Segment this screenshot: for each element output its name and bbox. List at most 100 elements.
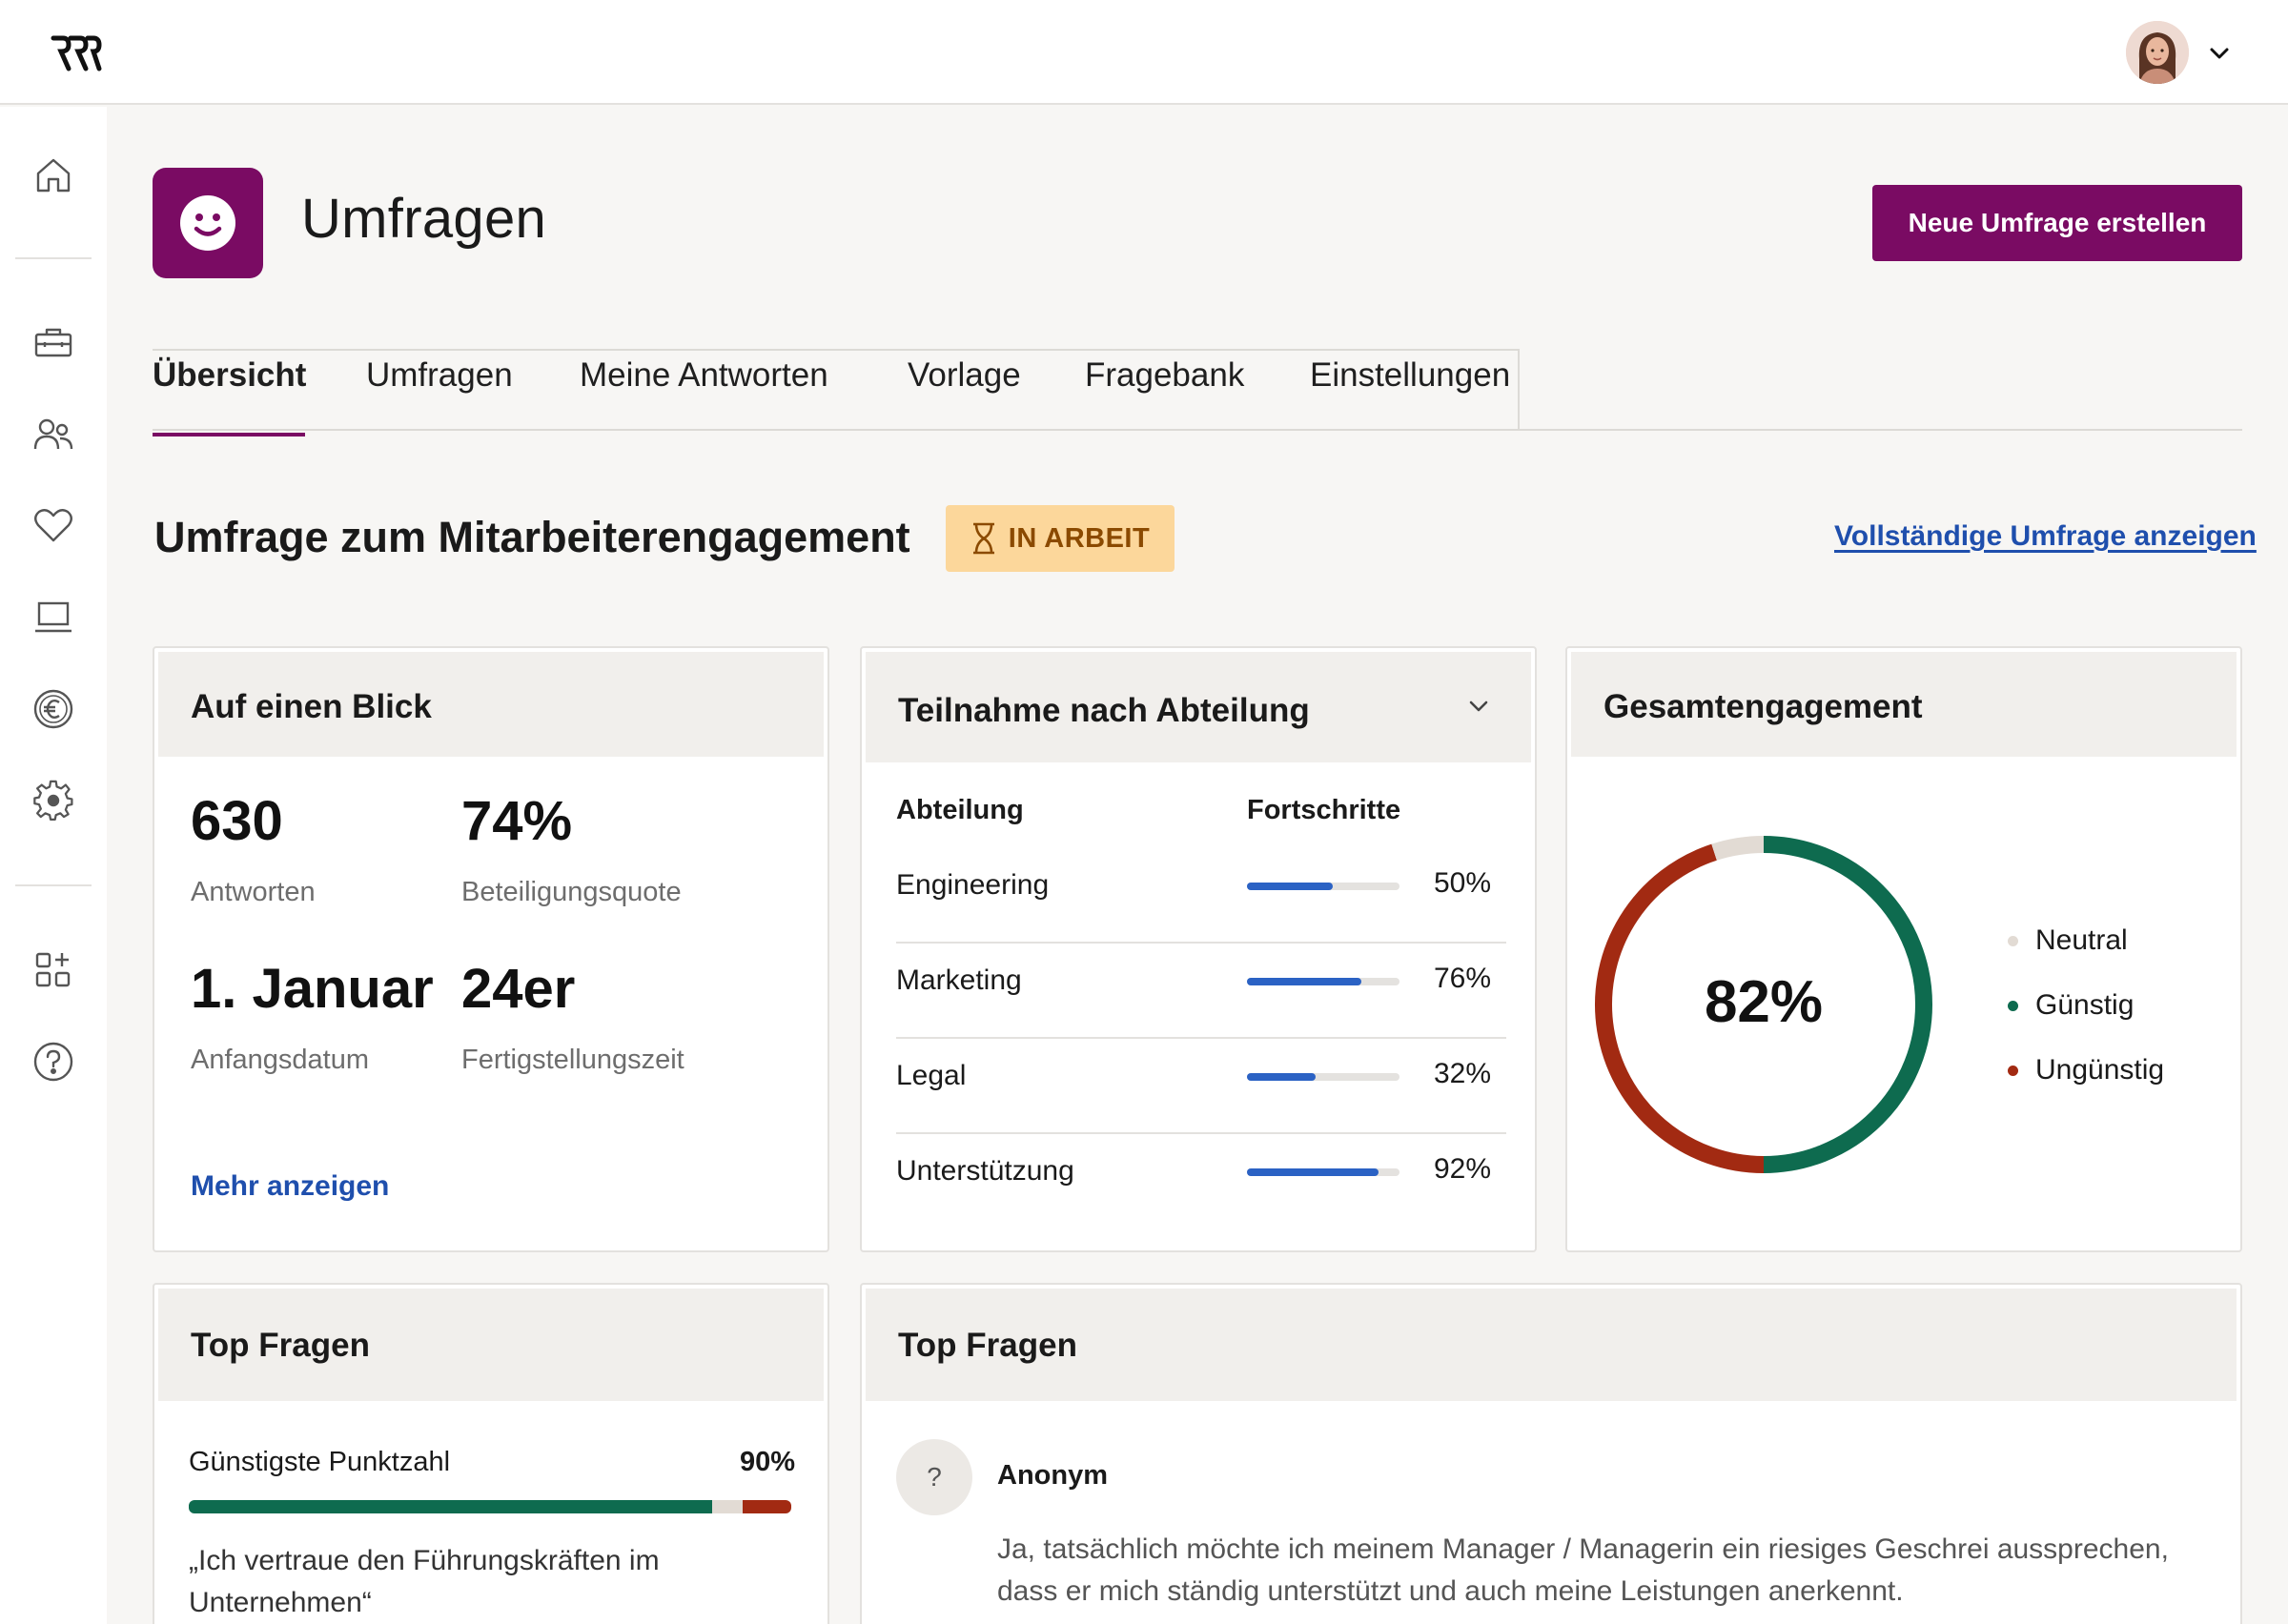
- card-header: Top Fragen: [866, 1289, 2237, 1401]
- legend-label: Ungünstig: [2035, 1054, 2164, 1086]
- department-row: Unterstützung 92%: [896, 1134, 1506, 1229]
- department-name: Legal: [896, 1060, 966, 1092]
- tab-bar: Übersicht Umfragen Meine Antworten Vorla…: [153, 349, 2242, 431]
- engagement-card: Gesamtengagement 82% Neutral Günstig Ung…: [1565, 646, 2242, 1252]
- legend-label: Neutral: [2035, 924, 2128, 957]
- page-title: Umfragen: [301, 187, 546, 251]
- department-row: Legal 32%: [896, 1039, 1506, 1134]
- participation-card: Teilnahme nach Abteilung Abteilung Forts…: [860, 646, 1537, 1252]
- top-comments-card: Top Fragen ? Anonym Ja, tatsächlich möch…: [860, 1283, 2242, 1624]
- column-header-department: Abteilung: [896, 795, 1024, 826]
- card-header: Gesamtengagement: [1571, 652, 2237, 757]
- start-date-label: Anfangsdatum: [191, 1045, 369, 1076]
- progress-track: [1247, 1073, 1399, 1081]
- card-title: Top Fragen: [898, 1327, 1077, 1365]
- department-name: Marketing: [896, 964, 1022, 997]
- legend-dot: [2008, 1001, 2018, 1011]
- briefcase-icon[interactable]: [29, 318, 78, 368]
- legend-dot: [2008, 936, 2018, 946]
- card-title: Top Fragen: [191, 1327, 370, 1365]
- department-percent: 50%: [1434, 867, 1491, 900]
- top-questions-card: Top Fragen Günstigste Punktzahl 90% „Ich…: [153, 1283, 829, 1624]
- tab-active-indicator: [153, 433, 305, 436]
- score-bar: [189, 1500, 791, 1513]
- donut-segment-neutral: [1714, 844, 1764, 852]
- engagement-value: 82%: [1592, 968, 1935, 1036]
- progress-track: [1247, 883, 1399, 890]
- card-header: Teilnahme nach Abteilung: [866, 652, 1531, 762]
- help-icon[interactable]: [29, 1037, 78, 1086]
- department-row: Engineering 50%: [896, 848, 1506, 944]
- progress-fill: [1247, 1073, 1316, 1081]
- sidebar-divider: [15, 257, 92, 259]
- tab-question-bank[interactable]: Fragebank: [1085, 356, 1244, 429]
- card-header: Top Fragen: [158, 1289, 824, 1401]
- chevron-down-icon[interactable]: [2204, 38, 2235, 69]
- heart-icon[interactable]: [29, 501, 78, 551]
- department-percent: 76%: [1434, 963, 1491, 995]
- department-row: Marketing 76%: [896, 944, 1506, 1039]
- chevron-down-icon[interactable]: [1464, 692, 1493, 725]
- participation-rate-label: Beteiligungsquote: [461, 877, 682, 908]
- smiley-icon: [178, 193, 237, 253]
- card-header: Auf einen Blick: [158, 652, 824, 757]
- top-bar: [0, 0, 2288, 105]
- tab-my-answers[interactable]: Meine Antworten: [580, 356, 828, 429]
- glance-card: Auf einen Blick 630 Antworten 74% Beteil…: [153, 646, 829, 1252]
- participation-rate-value: 74%: [461, 789, 572, 853]
- status-label: IN ARBEIT: [1009, 523, 1150, 555]
- progress-fill: [1247, 978, 1361, 985]
- view-full-survey-link[interactable]: Vollständige Umfrage anzeigen: [1834, 520, 2257, 553]
- responses-value: 630: [191, 789, 283, 853]
- start-date-value: 1. Januar: [191, 957, 434, 1021]
- tab-overview[interactable]: Übersicht: [153, 356, 306, 429]
- survey-title: Umfrage zum Mitarbeiterengagement: [154, 513, 910, 562]
- department-percent: 92%: [1434, 1153, 1491, 1186]
- hourglass-icon: [970, 522, 997, 555]
- card-title: Teilnahme nach Abteilung: [898, 692, 1310, 730]
- home-icon[interactable]: [29, 151, 78, 200]
- surveys-app-tile: [153, 168, 263, 278]
- score-bar-favorable: [189, 1500, 712, 1513]
- comment-author: Anonym: [997, 1460, 1108, 1492]
- euro-icon[interactable]: [29, 684, 78, 734]
- progress-track: [1247, 978, 1399, 985]
- status-badge: IN ARBEIT: [946, 505, 1175, 572]
- sidebar-divider: [15, 884, 92, 886]
- sidebar: [0, 107, 107, 1624]
- tab-surveys[interactable]: Umfragen: [366, 356, 513, 429]
- settings-icon[interactable]: [29, 776, 78, 825]
- legend-item-unfavorable: Ungünstig: [2008, 1054, 2164, 1086]
- comment-text: Ja, tatsächlich möchte ich meinem Manage…: [997, 1529, 2208, 1613]
- tab-label: Übersicht: [153, 356, 306, 394]
- people-icon[interactable]: [29, 410, 78, 459]
- anonymous-avatar: ?: [896, 1439, 972, 1515]
- progress-track: [1247, 1168, 1399, 1176]
- brand-logo-icon[interactable]: [50, 30, 103, 76]
- legend-label: Günstig: [2035, 989, 2134, 1022]
- completion-time-label: Fertigstellungszeit: [461, 1045, 684, 1076]
- completion-time-value: 24er: [461, 957, 575, 1021]
- progress-fill: [1247, 1168, 1379, 1176]
- legend-dot: [2008, 1066, 2018, 1076]
- create-survey-button[interactable]: Neue Umfrage erstellen: [1872, 185, 2242, 261]
- card-title: Auf einen Blick: [191, 688, 432, 726]
- apps-add-icon[interactable]: [29, 945, 78, 995]
- score-bar-neutral: [712, 1500, 744, 1513]
- column-header-progress: Fortschritte: [1247, 795, 1400, 826]
- laptop-icon[interactable]: [29, 593, 78, 642]
- tab-template[interactable]: Vorlage: [908, 356, 1021, 429]
- department-percent: 32%: [1434, 1058, 1491, 1090]
- show-more-link[interactable]: Mehr anzeigen: [191, 1170, 389, 1203]
- question-score-label: Günstigste Punktzahl: [189, 1447, 450, 1478]
- card-title: Gesamtengagement: [1604, 688, 1923, 726]
- department-name: Engineering: [896, 869, 1049, 902]
- question-score-percent: 90%: [740, 1447, 795, 1478]
- department-name: Unterstützung: [896, 1155, 1074, 1188]
- user-avatar-icon[interactable]: [2126, 21, 2189, 84]
- tab-settings[interactable]: Einstellungen: [1310, 356, 1510, 429]
- progress-fill: [1247, 883, 1333, 890]
- question-quote: „Ich vertraue den Führungskräften im Unt…: [189, 1540, 723, 1624]
- score-bar-unfavorable: [743, 1500, 791, 1513]
- legend-item-neutral: Neutral: [2008, 924, 2128, 957]
